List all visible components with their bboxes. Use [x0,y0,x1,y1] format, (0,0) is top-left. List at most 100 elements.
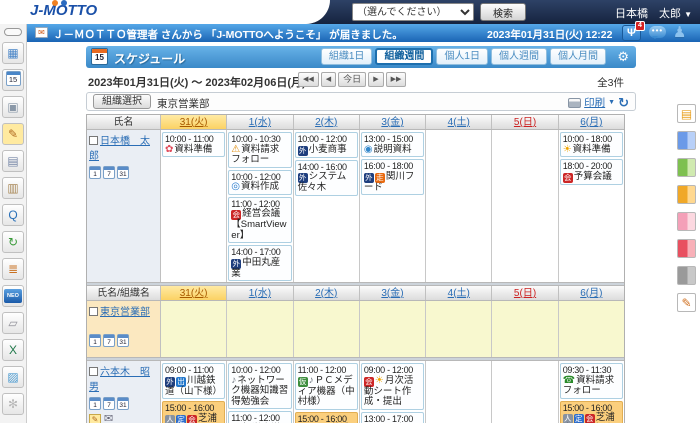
day-cell-1(水)[interactable]: 10:00 - 12:00♪ネットワーク機器知識習得勉強会 11:00 - 12:… [227,361,293,423]
member-link[interactable]: 六本木 昭男 [89,367,150,393]
print-caret-icon[interactable]: ▼ [608,99,615,106]
mini-calendar-1-button[interactable]: 1 [89,334,101,347]
event-card[interactable]: 18:00 - 20:00会予算会議 [560,159,623,185]
day-cell-4(土)[interactable] [426,361,492,423]
color-filter-gray[interactable] [677,266,696,285]
sidebar-collapse-toggle[interactable] [4,28,22,36]
bookshelf-icon[interactable]: ≣ [2,258,24,280]
mini-calendar-31-button[interactable]: 31 [117,397,129,410]
clipboard-icon[interactable]: ▥ [2,177,24,199]
color-filter-pink[interactable] [677,212,696,231]
event-card[interactable]: 10:00 - 12:00◎資料作成 [228,170,291,195]
mail-icon[interactable]: ✉ [104,414,113,423]
sticky-note-icon[interactable]: ▤ [677,104,696,123]
event-card[interactable]: 10:00 - 12:00♪ネットワーク機器知識習得勉強会 [228,363,291,409]
next-day-button[interactable]: ▶ [368,72,383,87]
search-category-select[interactable]: （選んでください） [352,3,474,21]
day-cell-4(土)[interactable] [426,301,492,357]
event-card[interactable]: 11:00 - 12:00会経営会議【SmartViewer】 [228,197,291,244]
row-checkbox[interactable] [89,307,98,316]
day-cell-2(木)[interactable]: 11:00 - 12:00仮♪ＰＣメディア機器（中村様） 15:00 - 16:0… [294,361,360,423]
next-week-button[interactable]: ▶▶ [386,72,407,87]
prev-week-button[interactable]: ◀◀ [298,72,319,87]
day-cell-5(日)[interactable] [492,301,558,357]
portal-icon[interactable]: ▦ [2,42,24,64]
day-cell-6(月)[interactable]: 09:30 - 11:30☎資料請求フォロー15:00 - 16:00人定会芝浦… [559,361,624,423]
day-header-link[interactable]: 2(木) [315,288,337,299]
view-button-組織週間[interactable]: 組織週間 [375,48,433,65]
color-filter-red[interactable] [677,239,696,258]
event-card[interactable]: 09:00 - 12:00会☀月次活動シート作成・提出 [361,363,424,410]
color-filter-orange[interactable] [677,185,696,204]
day-cell-5(日)[interactable] [492,130,558,282]
day-cell-3(金)[interactable] [360,301,426,357]
row-checkbox[interactable] [89,136,98,145]
member-link[interactable]: 日本橋 太郎 [89,136,150,162]
day-cell-4(土)[interactable] [426,130,492,282]
photo-icon[interactable]: ▨ [2,366,24,388]
refresh-icon[interactable]: ↻ [618,96,629,109]
day-header-link[interactable]: 4(土) [448,117,470,128]
event-card[interactable]: 14:00 - 16:00外システム佐々木 [295,160,358,196]
day-header-link[interactable]: 4(土) [448,288,470,299]
day-header-link[interactable]: 1(水) [249,117,271,128]
org-link[interactable]: 東京営業部 [100,307,150,318]
board-icon[interactable]: ▤ [2,150,24,172]
day-header-link[interactable]: 31(火) [180,288,208,299]
event-card[interactable]: 13:00 - 15:00◉説明資料 [361,132,424,157]
day-header-link[interactable]: 6(月) [580,117,602,128]
schedule-icon[interactable]: 15 [2,69,24,91]
view-button-個人週間[interactable]: 個人週間 [491,48,547,65]
day-header-link[interactable]: 3(金) [381,117,403,128]
edit-pencil-icon[interactable]: ✎ [677,293,696,312]
day-header-link[interactable]: 31(火) [180,117,208,128]
event-card[interactable]: 10:00 - 12:00外小麦商事 [295,132,358,158]
view-button-組織1日[interactable]: 組織1日 [321,48,373,65]
view-button-個人1日[interactable]: 個人1日 [436,48,488,65]
chat-icon[interactable]: ••• [649,26,666,38]
circulation-icon[interactable]: ↻ [2,231,24,253]
neo-icon[interactable]: NEO [2,285,24,307]
day-header-link[interactable]: 5(日) [514,117,536,128]
event-card[interactable]: 15:00 - 16:00人定会芝浦会計事務所 [295,412,358,423]
infoboard-icon[interactable]: Ψ4 [622,25,641,41]
mini-calendar-31-button[interactable]: 31 [117,166,129,179]
event-card[interactable]: 15:00 - 16:00人定会芝浦会計事務所 [560,401,623,423]
prev-day-button[interactable]: ◀ [321,72,336,87]
event-card[interactable]: 11:00 - 12:00会経営会議【SmartViewer】 [228,411,291,423]
mini-calendar-7-button[interactable]: 7 [103,397,115,410]
event-card[interactable]: 13:00 - 17:00会☀原稿チェック [361,412,424,423]
notice-message[interactable]: Ｊ－ＭＯＴＴＯ管理者 さんから 「J-MOTTOへようこそ」 が届きました。 [53,27,403,42]
spreadsheet-icon[interactable]: X [2,339,24,361]
mini-calendar-7-button[interactable]: 7 [103,166,115,179]
search-button[interactable]: 検索 [480,3,526,21]
day-cell-5(日)[interactable] [492,361,558,423]
mini-calendar-31-button[interactable]: 31 [117,334,129,347]
day-header-link[interactable]: 1(水) [249,288,271,299]
spinner-icon[interactable]: ✻ [2,393,24,415]
day-cell-2(木)[interactable]: 10:00 - 12:00外小麦商事14:00 - 16:00外システム佐々木 [294,130,360,282]
event-card[interactable]: 09:00 - 11:00外出川越鉄道（山下様） [162,363,225,399]
day-cell-31(火)[interactable]: 09:00 - 11:00外出川越鉄道（山下様）15:00 - 16:00人定会… [161,361,227,423]
mini-calendar-7-button[interactable]: 7 [103,334,115,347]
mini-calendar-1-button[interactable]: 1 [89,166,101,179]
mini-calendar-1-button[interactable]: 1 [89,397,101,410]
day-cell-3(金)[interactable]: 09:00 - 12:00会☀月次活動シート作成・提出 13:00 - 17:00… [360,361,426,423]
event-card[interactable]: 14:00 - 17:00外中田丸産業 [228,245,291,281]
day-cell-1(水)[interactable] [227,301,293,357]
day-header-link[interactable]: 3(金) [381,288,403,299]
day-cell-3(金)[interactable]: 13:00 - 15:00◉説明資料16:00 - 18:00外走関川フード [360,130,426,282]
presence-icon[interactable]: ♟ [673,23,686,41]
folder-icon[interactable]: ▱ [2,312,24,334]
today-button[interactable]: 今日 [338,72,366,87]
day-cell-2(木)[interactable] [294,301,360,357]
event-card[interactable]: 11:00 - 12:00仮♪ＰＣメディア機器（中村様） [295,363,358,410]
settings-gear-icon[interactable]: ⚙ [617,49,629,65]
print-link[interactable]: 印刷 [584,95,605,110]
event-card[interactable]: 09:30 - 11:30☎資料請求フォロー [560,363,623,399]
document-search-icon[interactable]: Q [2,204,24,226]
user-menu[interactable]: 日本橋 太郎 ▼ [615,5,692,21]
event-card[interactable]: 10:00 - 10:30⚠資料請求フォロー [228,132,291,168]
memo-pad-icon[interactable]: ✎ [89,414,101,423]
day-header-link[interactable]: 2(木) [315,117,337,128]
